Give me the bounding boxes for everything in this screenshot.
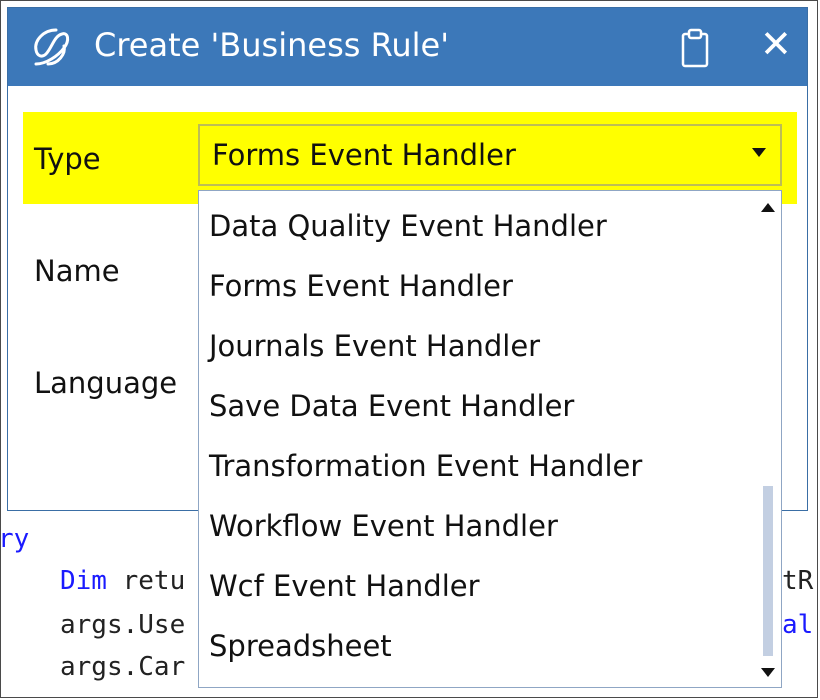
- screenshot-border: [0, 0, 818, 698]
